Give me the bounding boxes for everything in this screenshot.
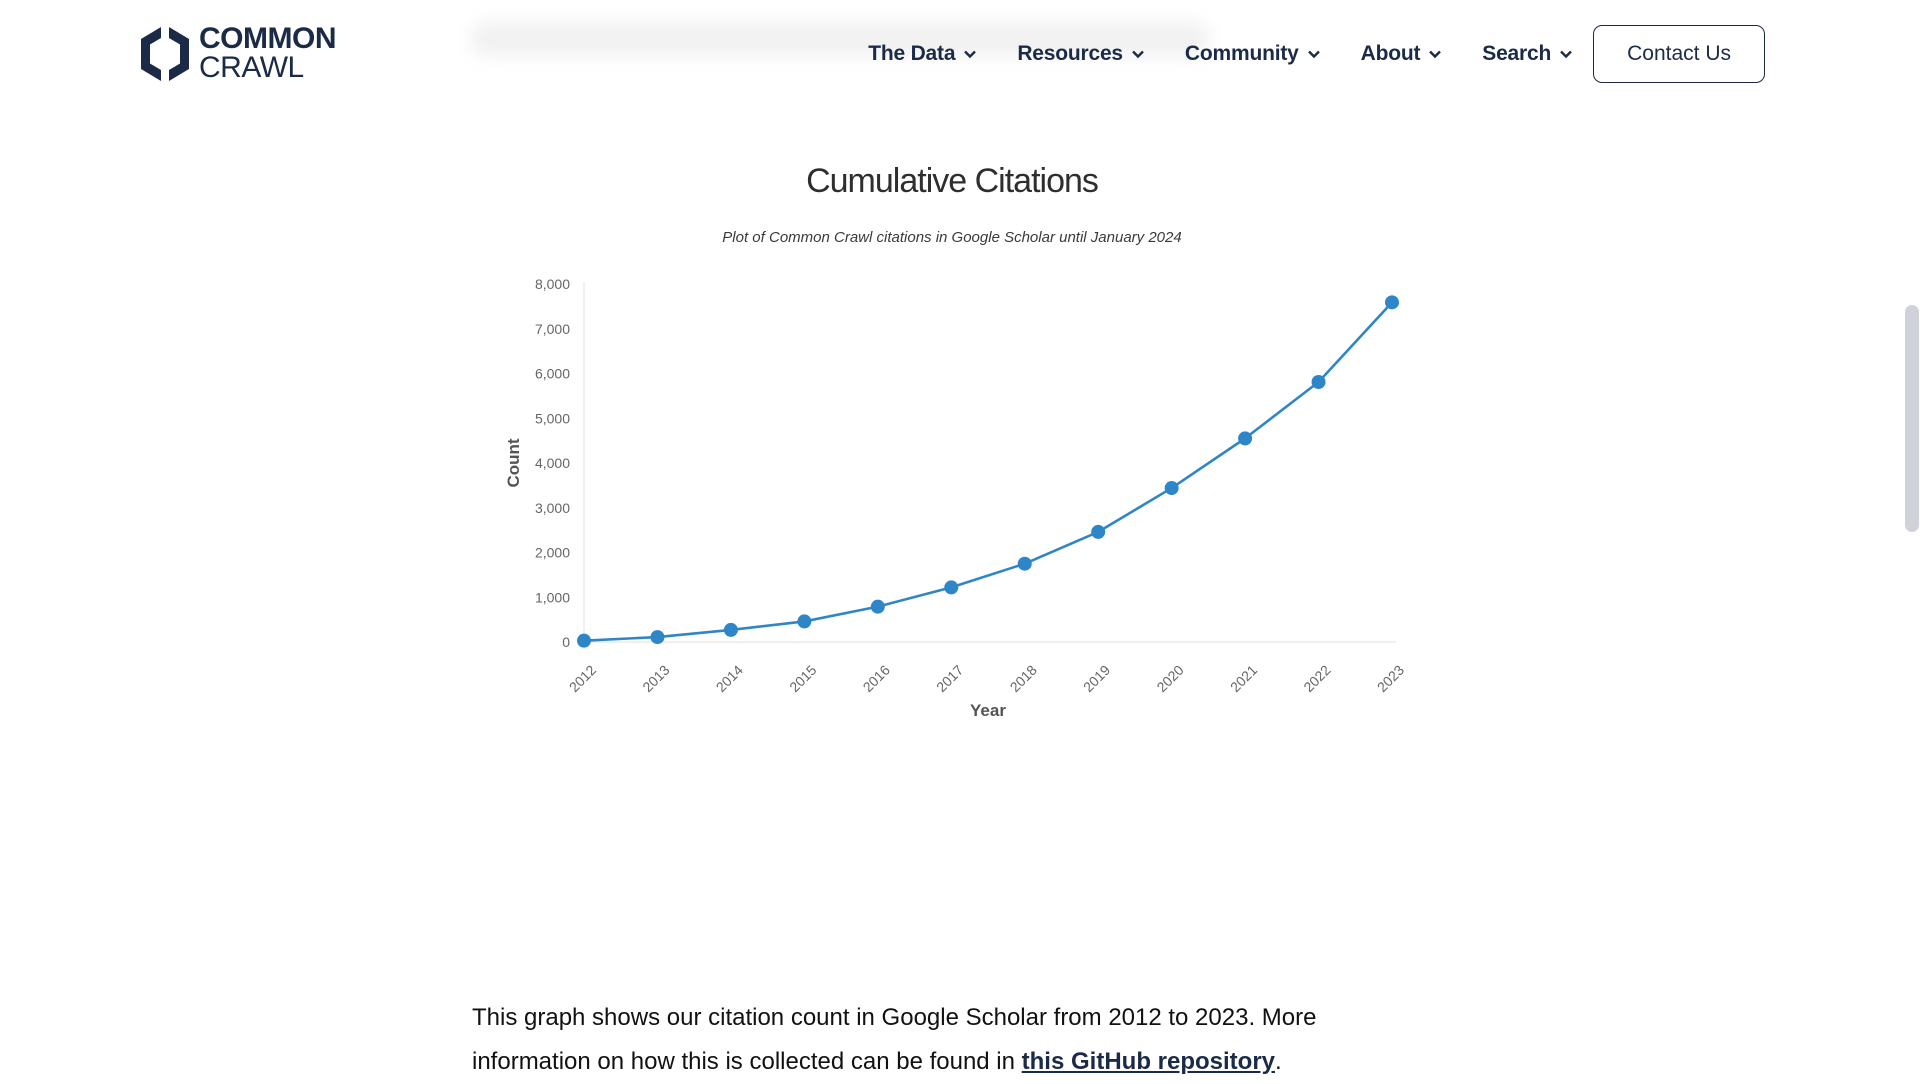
x-tick-label: 2021 bbox=[1227, 662, 1260, 695]
data-point-2017[interactable] bbox=[944, 580, 959, 595]
x-tick-label: 2017 bbox=[933, 662, 966, 695]
page-scrollbar-thumb[interactable] bbox=[1905, 305, 1919, 532]
x-tick-label: 2012 bbox=[566, 662, 599, 695]
data-point-2023[interactable] bbox=[1385, 295, 1399, 310]
description-end: . bbox=[1275, 1048, 1282, 1075]
x-tick-label: 2018 bbox=[1007, 662, 1040, 695]
y-tick-label: 0 bbox=[562, 634, 570, 650]
data-points bbox=[577, 295, 1399, 648]
x-tick-label: 2015 bbox=[786, 662, 819, 695]
data-point-2022[interactable] bbox=[1311, 375, 1326, 390]
x-axis-label: Year bbox=[970, 701, 1006, 720]
data-point-2012[interactable] bbox=[577, 633, 591, 648]
citations-line-chart: 0 1,000 2,000 3,000 4,000 5,000 6,000 7,000 8,00… bbox=[504, 276, 1407, 720]
x-tick-label: 2023 bbox=[1374, 662, 1407, 695]
data-point-2016[interactable] bbox=[870, 599, 885, 614]
x-tick-label: 2019 bbox=[1080, 662, 1113, 695]
chart-description: This graph shows our citation count in G… bbox=[472, 996, 1372, 1084]
y-tick-label: 2,000 bbox=[535, 545, 570, 561]
data-point-2013[interactable] bbox=[650, 630, 665, 645]
series-line-cumulative-citations bbox=[583, 301, 1393, 642]
data-point-2019[interactable] bbox=[1091, 524, 1106, 539]
y-axis-label: Count bbox=[504, 438, 523, 487]
y-tick-label: 4,000 bbox=[535, 455, 570, 471]
x-tick-label: 2016 bbox=[860, 662, 893, 695]
y-tick-label: 5,000 bbox=[535, 410, 570, 426]
github-repository-link[interactable]: this GitHub repository bbox=[1022, 1048, 1275, 1075]
x-tick-label: 2020 bbox=[1153, 662, 1186, 695]
data-point-2020[interactable] bbox=[1164, 481, 1179, 496]
y-tick-label: 7,000 bbox=[535, 321, 570, 337]
y-axis-ticks: 0 1,000 2,000 3,000 4,000 5,000 6,000 7,000 8,00… bbox=[535, 276, 570, 650]
x-tick-label: 2022 bbox=[1300, 662, 1333, 695]
data-point-2018[interactable] bbox=[1017, 556, 1032, 571]
data-point-2014[interactable] bbox=[723, 622, 738, 637]
x-tick-label: 2013 bbox=[639, 662, 672, 695]
data-point-2015[interactable] bbox=[797, 614, 812, 629]
y-tick-label: 3,000 bbox=[535, 500, 570, 516]
y-tick-label: 6,000 bbox=[535, 366, 570, 382]
x-tick-label: 2014 bbox=[713, 662, 746, 695]
data-point-2021[interactable] bbox=[1238, 431, 1253, 446]
y-tick-label: 8,000 bbox=[535, 276, 570, 292]
y-tick-label: 1,000 bbox=[535, 589, 570, 605]
x-axis-ticks: 2012 2013 2014 2015 2016 2017 2018 2019 2020 2021… bbox=[566, 662, 1407, 695]
